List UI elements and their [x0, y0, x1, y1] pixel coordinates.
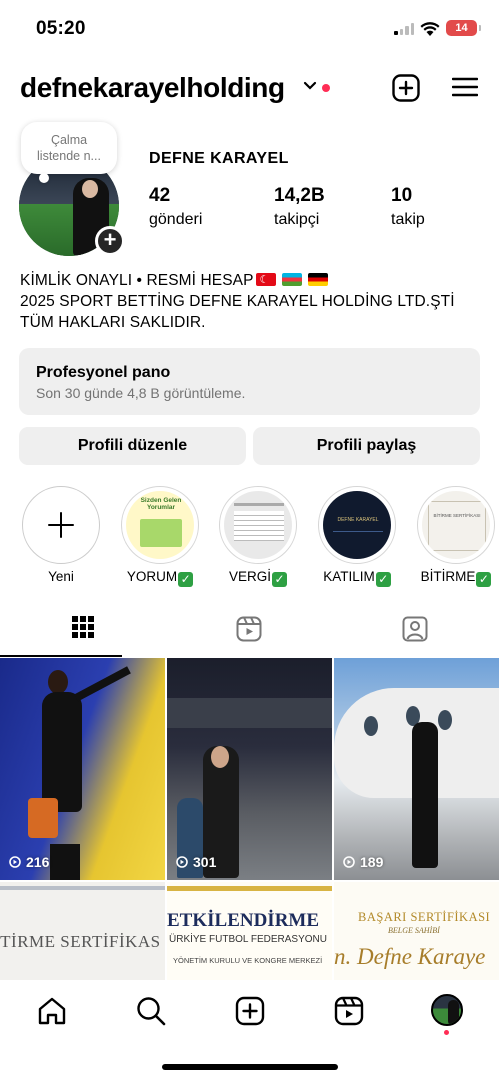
share-profile-button[interactable]: Profili paylaş: [253, 427, 480, 465]
stat-followers[interactable]: 14,2B takipçi: [274, 185, 325, 229]
reels-icon[interactable]: [334, 996, 364, 1026]
post-grid: 216 301 189 İTİRME SERTİFİKAS ETKİLENDİR…: [0, 658, 499, 980]
search-icon[interactable]: [136, 996, 166, 1026]
views-icon: [176, 856, 188, 868]
stat-number: 42: [149, 185, 171, 206]
highlight-title: BİTİRME SERTİFİKASI: [433, 513, 481, 518]
menu-icon[interactable]: [452, 76, 478, 98]
highlight-label: Yeni: [48, 569, 74, 584]
stat-number: 14,2B: [274, 185, 325, 206]
username[interactable]: defnekarayelholding: [20, 72, 285, 104]
post-thumbnail[interactable]: 301: [167, 658, 332, 880]
edit-profile-button[interactable]: Profili düzenle: [19, 427, 246, 465]
post-thumbnail[interactable]: 189: [334, 658, 499, 880]
stat-posts[interactable]: 42 gönderi: [149, 185, 202, 229]
wifi-icon: [420, 22, 440, 36]
notification-dot: [444, 1030, 449, 1035]
view-count: 301: [175, 854, 216, 870]
stat-following[interactable]: 10 takip: [391, 185, 425, 229]
highlight-bitirme[interactable]: BİTİRME SERTİFİKASI BİTİRME ✓: [416, 486, 496, 587]
post-thumbnail[interactable]: İTİRME SERTİFİKAS: [0, 882, 165, 980]
view-count: 216: [8, 854, 49, 870]
home-indicator: [162, 1064, 338, 1070]
battery-icon: 14: [446, 20, 481, 36]
post-text: İTİRME SERTİFİKAS: [0, 932, 161, 951]
chevron-down-icon[interactable]: [303, 81, 317, 91]
post-thumbnail[interactable]: 216: [0, 658, 165, 880]
checkmark-icon: ✓: [476, 572, 492, 587]
turkey-flag-icon: [255, 273, 276, 286]
checkmark-icon: ✓: [375, 572, 391, 587]
professional-dashboard[interactable]: Profesyonel pano Son 30 günde 4,8 B görü…: [19, 348, 480, 415]
stat-label: takip: [391, 211, 425, 228]
plus-icon: [48, 512, 74, 538]
post-thumbnail[interactable]: ETKİLENDİRME ÜRKİYE FUTBOL FEDERASYONU Y…: [167, 882, 332, 980]
highlight-yorum[interactable]: Sizden Gelen Yorumlar YORUM ✓: [120, 486, 200, 587]
view-count: 189: [342, 854, 383, 870]
grid-tab-icon[interactable]: [72, 616, 94, 638]
views-icon: [343, 856, 355, 868]
notification-dot: [322, 84, 330, 92]
bio-line: KİMLİK ONAYLI • RESMİ HESAP: [20, 272, 254, 289]
post-text: BELGE SAHİBİ: [388, 926, 440, 935]
bio: KİMLİK ONAYLI • RESMİ HESAP 2025 SPORT B…: [20, 270, 455, 333]
post-thumbnail[interactable]: BAŞARI SERTİFİKASI BELGE SAHİBİ n. Defne…: [334, 882, 499, 980]
highlight-new[interactable]: Yeni: [21, 486, 101, 584]
note-text: Çalma listende n...: [37, 133, 101, 163]
reels-tab-icon[interactable]: [236, 616, 262, 642]
create-icon[interactable]: [235, 996, 265, 1026]
status-time: 05:20: [36, 18, 86, 39]
status-bar: 05:20 14: [0, 0, 499, 58]
profile-nav-avatar[interactable]: [431, 994, 463, 1026]
pro-panel-subtitle: Son 30 günde 4,8 B görüntüleme.: [36, 385, 246, 401]
note-bubble[interactable]: Çalma listende n...: [21, 122, 117, 183]
tagged-tab-icon[interactable]: [402, 616, 428, 642]
display-name: DEFNE KARAYEL: [149, 150, 289, 167]
profile-header: defnekarayelholding: [20, 66, 479, 110]
highlight-label: YORUM ✓: [120, 569, 200, 587]
post-text: YÖNETİM KURULU VE KONGRE MERKEZİ: [173, 956, 323, 965]
bio-line: TÜM HAKLARI SAKLIDIR.: [20, 314, 206, 331]
post-text: BAŞARI SERTİFİKASI: [358, 910, 491, 924]
bio-line: 2025 SPORT BETTİNG DEFNE KARAYEL HOLDİNG…: [20, 293, 455, 310]
stat-number: 10: [391, 185, 413, 206]
highlight-title: DEFNE KARAYEL: [337, 517, 379, 523]
highlight-label: BİTİRME ✓: [416, 569, 496, 587]
stat-label: gönderi: [149, 211, 203, 228]
bottom-nav: [0, 980, 499, 1080]
germany-flag-icon: [308, 273, 329, 286]
add-story-icon[interactable]: +: [95, 226, 125, 256]
highlight-katilim[interactable]: DEFNE KARAYEL KATILIM ✓: [317, 486, 397, 587]
post-text: ÜRKİYE FUTBOL FEDERASYONU: [169, 934, 327, 945]
home-icon[interactable]: [37, 996, 67, 1026]
highlight-title: Sizden Gelen Yorumlar: [140, 497, 182, 511]
checkmark-icon: ✓: [272, 572, 287, 587]
views-icon: [9, 856, 21, 868]
azerbaijan-flag-icon: [281, 273, 302, 286]
highlight-vergi[interactable]: VERGİ ✓: [218, 486, 298, 587]
highlight-label: VERGİ ✓: [218, 569, 298, 587]
checkmark-icon: ✓: [178, 572, 194, 587]
pro-panel-title: Profesyonel pano: [36, 364, 171, 381]
signal-icon: [394, 23, 414, 35]
create-post-icon[interactable]: [392, 74, 420, 102]
active-tab-indicator: [0, 655, 122, 657]
stat-label: takipçi: [274, 211, 320, 228]
post-text: n. Defne Karaye: [334, 944, 486, 969]
profile-tabs: [0, 606, 499, 658]
post-text: ETKİLENDİRME: [167, 910, 320, 931]
highlight-label: KATILIM ✓: [317, 569, 397, 587]
